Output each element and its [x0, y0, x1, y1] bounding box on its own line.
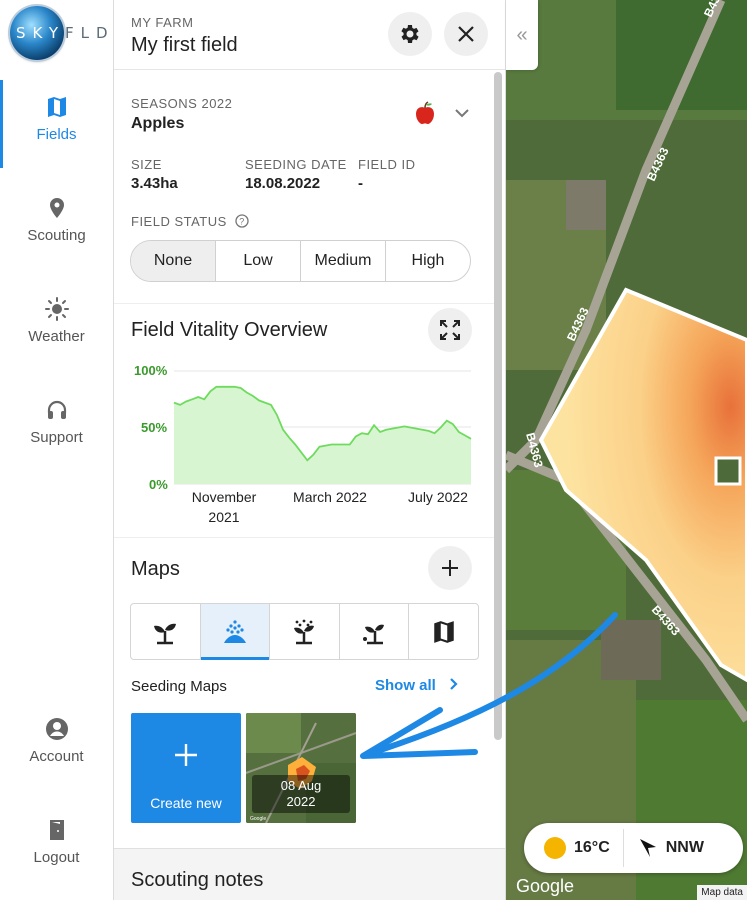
seeding-date-label: SEEDING DATE: [245, 157, 347, 172]
divider: [114, 537, 494, 538]
close-icon: [458, 26, 474, 42]
field-id-value: -: [358, 175, 363, 192]
x-tick-jul-2022: July 2022: [408, 489, 468, 505]
chevron-down-icon: [455, 109, 469, 118]
size-label: SIZE: [131, 157, 162, 172]
svg-text:?: ?: [239, 217, 245, 227]
seeding-date-value: 18.08.2022: [245, 175, 321, 192]
fertilizer-icon: [294, 619, 315, 644]
season-label: SEASONS 2022: [131, 96, 233, 111]
nav-label-support: Support: [30, 429, 83, 446]
settings-button[interactable]: [388, 12, 432, 56]
x-tick-nov-2021: November 2021: [192, 489, 257, 525]
nav-item-support[interactable]: Support: [0, 383, 113, 463]
status-option-high[interactable]: High: [386, 241, 470, 281]
tab-fertilizer[interactable]: [270, 604, 340, 659]
expand-chart-button[interactable]: [428, 308, 472, 352]
divider: [114, 303, 494, 304]
account-icon: [45, 718, 68, 740]
skyfld-logo[interactable]: SKYFLD: [8, 4, 112, 62]
nav-item-account[interactable]: Account: [0, 702, 113, 782]
logo-text-sky: SKY: [16, 24, 65, 42]
google-logo: Google: [516, 876, 574, 896]
gear-icon: [401, 25, 419, 43]
nav-item-weather[interactable]: Weather: [0, 282, 113, 362]
close-button[interactable]: [444, 12, 488, 56]
plus-icon: [442, 560, 458, 576]
farm-label: MY FARM: [131, 15, 194, 30]
sun-icon: [44, 297, 69, 321]
annotation-arrow: [360, 612, 618, 759]
add-map-button[interactable]: [428, 546, 472, 590]
nav-label-fields: Fields: [36, 126, 77, 143]
temperature: 16°C: [574, 839, 610, 856]
tab-seedling[interactable]: [131, 604, 201, 659]
wind-direction-icon: [639, 839, 656, 857]
y-tick-0: 0%: [149, 477, 168, 492]
headset-icon: [47, 400, 66, 419]
scouting-notes-section[interactable]: Scouting notes: [114, 848, 505, 900]
x-tick-mar-2022: March 2022: [293, 489, 367, 505]
irrigation-icon: [223, 619, 246, 643]
nav-label-logout: Logout: [33, 849, 80, 866]
nav-label-weather: Weather: [28, 328, 85, 345]
divider: [622, 829, 624, 867]
sun-icon: [544, 837, 566, 859]
seeding-map-thumbnail[interactable]: Google 08 Aug 2022: [246, 713, 356, 823]
field-id-label: FIELD ID: [358, 157, 416, 172]
status-option-low[interactable]: Low: [216, 241, 301, 281]
apple-icon: [412, 100, 438, 126]
create-new-label: Create new: [150, 795, 222, 811]
vitality-chart: 100% 50% 0% November 2021 March 2022 July…: [134, 363, 472, 525]
field-title: My first field: [131, 34, 238, 56]
crop-name: Apples: [131, 115, 185, 132]
logo-text-fld: FLD: [65, 24, 115, 42]
map-data-attribution[interactable]: Map data: [697, 885, 747, 900]
y-tick-100: 100%: [134, 363, 168, 378]
thumbnail-date-line2: 2022: [286, 794, 316, 809]
location-pin-icon: [49, 198, 64, 218]
nav-item-logout[interactable]: Logout: [0, 803, 113, 883]
create-new-map-button[interactable]: Create new: [131, 713, 241, 823]
wind-direction: NNW: [665, 839, 704, 856]
field-status-label: FIELD STATUS ?: [131, 214, 249, 229]
tab-irrigation[interactable]: [200, 604, 271, 660]
side-navigation: SKYFLD Fields Scouting Weather Support A…: [0, 0, 114, 900]
help-icon[interactable]: ?: [235, 214, 249, 228]
logout-door-icon: [49, 820, 64, 840]
season-dropdown-toggle[interactable]: [452, 103, 472, 123]
maps-title: Maps: [131, 558, 180, 580]
map-icon: [47, 97, 66, 117]
y-tick-50: 50%: [141, 420, 167, 435]
thumbnail-date-line1: 08 Aug: [280, 778, 322, 793]
nav-item-scouting[interactable]: Scouting: [0, 181, 113, 261]
status-option-none[interactable]: None: [131, 241, 216, 281]
plus-icon: [175, 744, 197, 766]
collapse-panel-button[interactable]: «: [506, 0, 538, 70]
nav-label-scouting: Scouting: [27, 227, 86, 244]
svg-text:Google: Google: [250, 816, 266, 822]
panel-header: MY FARM My first field: [114, 0, 505, 70]
expand-icon: [440, 320, 460, 340]
size-value: 3.43ha: [131, 175, 178, 192]
vitality-title: Field Vitality Overview: [131, 319, 328, 341]
vitality-area: [174, 386, 471, 484]
status-option-medium[interactable]: Medium: [301, 241, 386, 281]
scouting-notes-title: Scouting notes: [131, 869, 264, 891]
seeding-maps-label: Seeding Maps: [131, 678, 227, 695]
field-status-selector: None Low Medium High: [130, 240, 471, 282]
weather-widget[interactable]: 16°C NNW: [524, 823, 743, 873]
seedling-icon: [154, 623, 177, 644]
thumbnail-date-badge: 08 Aug 2022: [252, 775, 350, 813]
double-chevron-left-icon: «: [516, 23, 528, 46]
field-status-text: FIELD STATUS: [131, 214, 227, 229]
nav-label-account: Account: [29, 748, 84, 765]
nav-item-fields[interactable]: Fields: [0, 80, 113, 168]
